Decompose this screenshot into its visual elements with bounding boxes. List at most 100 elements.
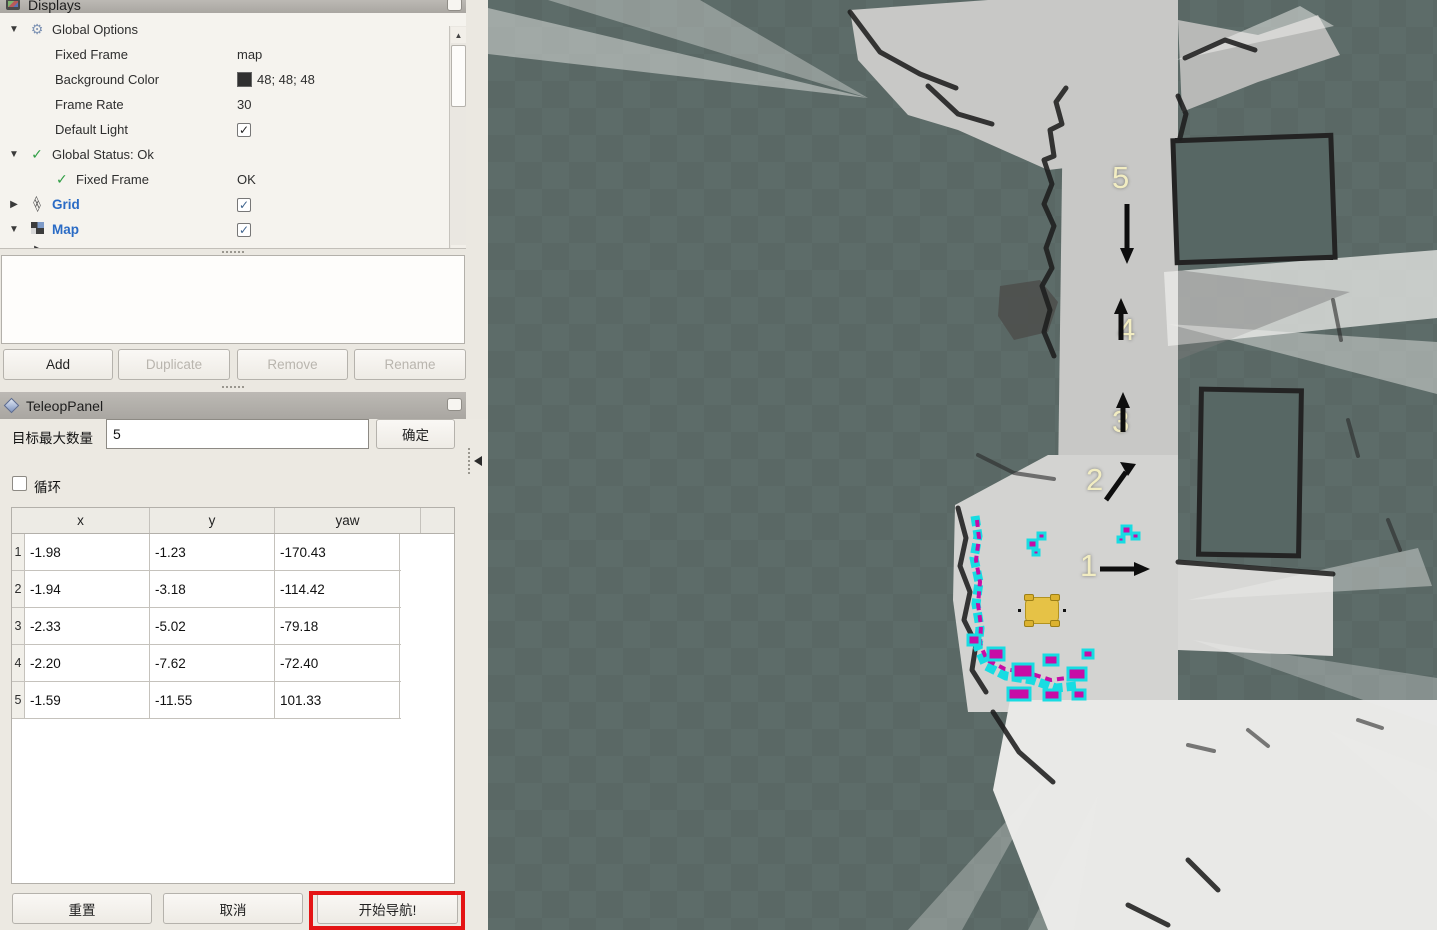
table-row[interactable]: 1 -1.98 -1.23 -170.43 xyxy=(12,534,401,571)
cell-x[interactable]: -2.33 xyxy=(25,608,150,644)
fixed-frame-status-value: OK xyxy=(237,172,256,187)
robot-marker[interactable] xyxy=(1025,597,1059,624)
waypoint-arrow-down-icon xyxy=(1118,202,1136,266)
waypoint-table-header: x y yaw xyxy=(12,508,454,534)
expander-right-icon: ▶ xyxy=(32,244,44,249)
column-header-x[interactable]: x xyxy=(12,508,150,533)
default-light-checkbox[interactable]: ✓ xyxy=(237,123,251,137)
splitter-collapse-icon[interactable] xyxy=(474,456,482,466)
cancel-button[interactable]: 取消 xyxy=(163,893,303,924)
tree-row-fixed-frame[interactable]: Fixed Frame map xyxy=(0,42,466,67)
tree-row-global-options[interactable]: ▼ ⚙ Global Options xyxy=(0,17,466,42)
table-row[interactable]: 5 -1.59 -11.55 101.33 xyxy=(12,682,401,719)
cell-x[interactable]: -1.59 xyxy=(25,682,150,718)
displays-panel-titlebar[interactable]: Displays xyxy=(0,0,466,13)
background-color-value[interactable]: 48; 48; 48 xyxy=(237,72,315,87)
remove-button[interactable]: Remove xyxy=(237,349,348,380)
expander-down-icon[interactable]: ▼ xyxy=(8,149,20,160)
cell-y[interactable]: -3.18 xyxy=(150,571,275,607)
expander-down-icon[interactable]: ▼ xyxy=(8,24,20,35)
waypoint-marker-2[interactable]: 2 xyxy=(1086,462,1103,498)
displays-panel-float-button[interactable] xyxy=(447,0,462,11)
splitter-handle[interactable] xyxy=(468,448,470,474)
cell-x[interactable]: -2.20 xyxy=(25,645,150,681)
tree-row-fixed-frame-status[interactable]: ✓ Fixed Frame OK xyxy=(0,167,466,192)
tree-scrollbar[interactable]: ▲ ▼ xyxy=(449,26,466,249)
reset-button[interactable]: 重置 xyxy=(12,893,152,924)
tree-row-default-light[interactable]: Default Light ✓ xyxy=(0,117,466,142)
duplicate-button[interactable]: Duplicate xyxy=(118,349,230,380)
waypoint-label: 5 xyxy=(1112,160,1129,195)
map-checkbox[interactable]: ✓ xyxy=(237,223,251,237)
fixed-frame-value[interactable]: map xyxy=(237,47,262,62)
rviz-window: Displays ▼ ⚙ Global Options Fixed Frame … xyxy=(0,0,1437,930)
cell-x[interactable]: -1.98 xyxy=(25,534,150,570)
cell-yaw[interactable]: -79.18 xyxy=(275,608,400,644)
expander-right-icon[interactable]: ▶ xyxy=(8,199,20,210)
cell-yaw[interactable]: -114.42 xyxy=(275,571,400,607)
render-viewport[interactable]: 1 2 3 4 5 xyxy=(488,0,1437,930)
displays-panel-icon xyxy=(6,0,20,10)
waypoint-marker-5[interactable]: 5 xyxy=(1112,160,1129,196)
tree-label[interactable]: Background Color xyxy=(55,72,159,87)
scrollbar-thumb[interactable] xyxy=(451,45,466,107)
status-ok-check-icon: ✓ xyxy=(56,244,68,249)
loop-checkbox[interactable] xyxy=(12,476,27,491)
robot-wheel xyxy=(1050,594,1060,601)
map-icon xyxy=(29,222,45,237)
scroll-up-icon[interactable]: ▲ xyxy=(451,27,466,43)
cell-y[interactable]: -1.23 xyxy=(150,534,275,570)
row-number: 4 xyxy=(12,645,25,681)
loop-checkbox-label[interactable]: 循环 xyxy=(34,476,61,496)
frame-rate-value[interactable]: 30 xyxy=(237,97,251,112)
expander-down-icon[interactable]: ▼ xyxy=(8,224,20,235)
waypoint-marker-3[interactable]: 3 xyxy=(1112,404,1129,440)
column-header-empty xyxy=(421,508,454,533)
waypoint-label: 1 xyxy=(1080,548,1097,583)
tree-label[interactable]: Fixed Frame xyxy=(55,47,128,62)
column-header-yaw[interactable]: yaw xyxy=(275,508,421,533)
column-header-y[interactable]: y xyxy=(150,508,275,533)
tree-row-map[interactable]: ▼ Map ✓ xyxy=(0,217,466,242)
robot-wheel xyxy=(1024,620,1034,627)
tree-label[interactable]: Default Light xyxy=(55,122,128,137)
panel-resize-handle[interactable] xyxy=(222,386,244,388)
table-row[interactable]: 2 -1.94 -3.18 -114.42 xyxy=(12,571,401,608)
add-button[interactable]: Add xyxy=(3,349,113,380)
row-number: 5 xyxy=(12,682,25,718)
waypoint-marker-1[interactable]: 1 xyxy=(1080,548,1097,584)
tree-label[interactable]: Global Status: Ok xyxy=(52,147,154,162)
confirm-button[interactable]: 确定 xyxy=(376,419,455,449)
teleop-panel-float-button[interactable] xyxy=(447,398,462,411)
cell-yaw[interactable]: -72.40 xyxy=(275,645,400,681)
tree-row-grid[interactable]: ▶ Grid ✓ xyxy=(0,192,466,217)
tree-label[interactable]: Global Options xyxy=(52,22,138,37)
cell-y[interactable]: -5.02 xyxy=(150,608,275,644)
table-row[interactable]: 3 -2.33 -5.02 -79.18 xyxy=(12,608,401,645)
color-swatch[interactable] xyxy=(237,72,252,87)
tree-label[interactable]: Frame Rate xyxy=(55,97,124,112)
left-panel: Displays ▼ ⚙ Global Options Fixed Frame … xyxy=(0,0,488,930)
goal-count-input[interactable] xyxy=(106,419,369,449)
cell-yaw[interactable]: 101.33 xyxy=(275,682,400,718)
waypoint-arrow-right-icon xyxy=(1098,560,1152,578)
tree-label[interactable]: Grid xyxy=(52,197,80,212)
tree-label[interactable]: Map xyxy=(52,222,79,237)
panel-resize-handle[interactable] xyxy=(222,251,244,253)
row-number: 2 xyxy=(12,571,25,607)
grid-checkbox[interactable]: ✓ xyxy=(237,198,251,212)
teleop-panel-titlebar[interactable]: TeleopPanel xyxy=(0,392,466,419)
cell-yaw[interactable]: -170.43 xyxy=(275,534,400,570)
cell-y[interactable]: -7.62 xyxy=(150,645,275,681)
table-row[interactable]: 4 -2.20 -7.62 -72.40 xyxy=(12,645,401,682)
cell-x[interactable]: -1.94 xyxy=(25,571,150,607)
tree-row-frame-rate[interactable]: Frame Rate 30 xyxy=(0,92,466,117)
tree-row-background-color[interactable]: Background Color 48; 48; 48 xyxy=(0,67,466,92)
waypoint-marker-4[interactable]: 4 xyxy=(1118,312,1135,348)
scroll-down-icon[interactable]: ▼ xyxy=(451,245,466,249)
tree-label[interactable]: Fixed Frame xyxy=(76,172,149,187)
cell-y[interactable]: -11.55 xyxy=(150,682,275,718)
waypoint-arrow-up-right-icon xyxy=(1100,458,1142,504)
tree-row-global-status[interactable]: ▼ ✓ Global Status: Ok xyxy=(0,142,466,167)
rename-button[interactable]: Rename xyxy=(354,349,466,380)
